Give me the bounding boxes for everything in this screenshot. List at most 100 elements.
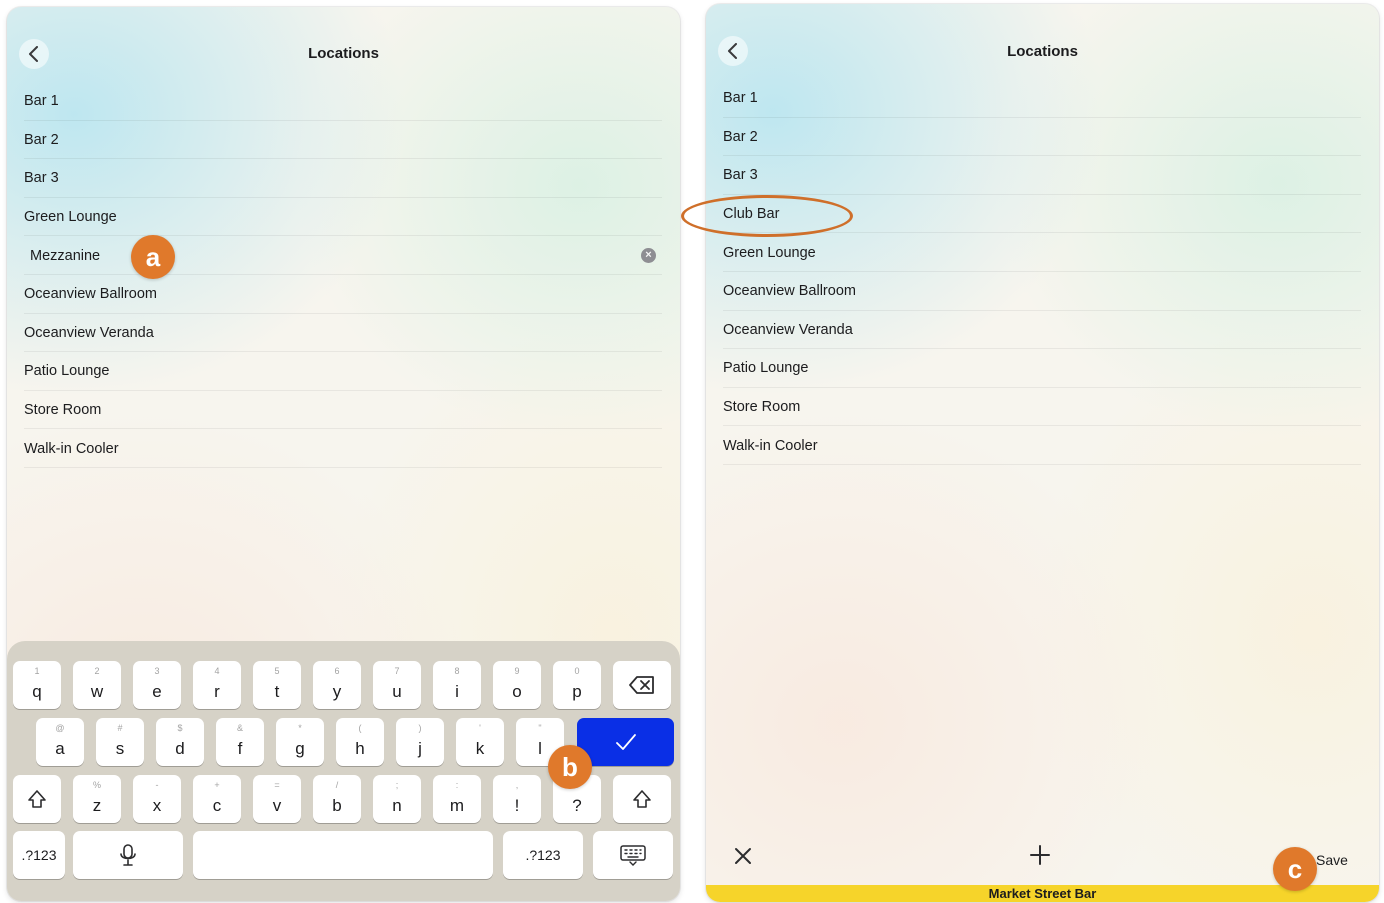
key-hint: =	[274, 780, 280, 790]
key-hint: $	[177, 723, 183, 733]
list-item-label: Oceanview Ballroom	[723, 283, 856, 300]
key-m[interactable]: :m	[433, 775, 481, 823]
key-u[interactable]: 7u	[373, 661, 421, 709]
numbers-key-left[interactable]: .?123	[13, 831, 65, 879]
space-key[interactable]	[193, 831, 493, 879]
page-title: Locations	[308, 45, 379, 62]
list-item-label: Walk-in Cooler	[723, 437, 818, 454]
list-item[interactable]: Patio Lounge	[706, 349, 1379, 388]
list-item-input-value[interactable]: Mezzanine	[30, 248, 100, 264]
list-item[interactable]: Green Lounge	[706, 233, 1379, 272]
list-item[interactable]: Store Room	[7, 391, 680, 430]
list-item[interactable]: Walk-in Cooler	[7, 429, 680, 468]
plus-icon[interactable]	[1029, 844, 1051, 873]
shift-key-right[interactable]	[613, 775, 671, 823]
shift-icon	[633, 790, 651, 808]
callout-badge-a: a	[131, 235, 175, 279]
list-item[interactable]: Bar 1	[706, 79, 1379, 118]
save-button[interactable]: Save	[1316, 852, 1348, 868]
key-hint: 9	[514, 666, 520, 676]
list-item[interactable]: Walk-in Cooler	[706, 426, 1379, 465]
key-label: u	[392, 682, 402, 701]
list-item[interactable]: Patio Lounge	[7, 352, 680, 391]
list-item[interactable]: Bar 2	[706, 118, 1379, 157]
key-j[interactable]: ) j	[396, 718, 444, 766]
clear-text-icon[interactable]: ×	[641, 248, 656, 264]
key-y[interactable]: 6y	[313, 661, 361, 709]
key-label: l	[538, 739, 542, 758]
key-c[interactable]: + c	[193, 775, 241, 823]
done-key[interactable]	[577, 718, 674, 766]
list-item[interactable]: Oceanview Veranda	[7, 314, 680, 353]
key-label: .?123	[525, 847, 561, 863]
close-icon[interactable]	[733, 845, 753, 873]
list-item[interactable]: Bar 1	[7, 82, 680, 121]
key-g[interactable]: * g	[276, 718, 324, 766]
key-r[interactable]: 4r	[193, 661, 241, 709]
key-o[interactable]: 9o	[493, 661, 541, 709]
venue-footer: Market Street Bar	[706, 885, 1379, 902]
key-q[interactable]: 1q	[13, 661, 61, 709]
key-h[interactable]: (h	[336, 718, 384, 766]
microphone-icon	[120, 844, 136, 866]
key-label: ?	[572, 796, 582, 815]
key-b[interactable]: / b	[313, 775, 361, 823]
list-item-label: Bar 2	[723, 128, 758, 145]
list-item-label: Bar 3	[723, 167, 758, 184]
key-hint: 6	[334, 666, 340, 676]
list-item-label: Oceanview Ballroom	[24, 286, 157, 303]
key-label: o	[512, 682, 522, 701]
key-hint: 5	[274, 666, 280, 676]
key-hint: &	[236, 723, 243, 733]
numbers-key-right[interactable]: .?123	[503, 831, 583, 879]
list-item[interactable]: Store Room	[706, 388, 1379, 427]
key-z[interactable]: % z	[73, 775, 121, 823]
shift-key-left[interactable]	[13, 775, 61, 823]
list-item[interactable]: Oceanview Veranda	[706, 311, 1379, 350]
key-label: r	[214, 682, 220, 701]
key-v[interactable]: = v	[253, 775, 301, 823]
list-item[interactable]: Green Lounge	[7, 198, 680, 237]
list-item[interactable]: Oceanview Ballroom	[706, 272, 1379, 311]
key-s[interactable]: # s	[96, 718, 144, 766]
hide-keyboard-key[interactable]	[593, 831, 673, 879]
key-k[interactable]: ' k	[456, 718, 504, 766]
key-e[interactable]: 3e	[133, 661, 181, 709]
key-d[interactable]: $ d	[156, 718, 204, 766]
key-hint: +	[214, 780, 220, 790]
list-item-label: Patio Lounge	[24, 363, 110, 380]
key-n[interactable]: ; n	[373, 775, 421, 823]
list-item[interactable]: Oceanview Ballroom	[7, 275, 680, 314]
key-label: m	[449, 796, 465, 815]
list-item-label: Store Room	[723, 399, 801, 416]
key-label: e	[152, 682, 162, 701]
key-p[interactable]: 0p	[553, 661, 601, 709]
key-label: d	[175, 739, 185, 758]
key-a[interactable]: @ a	[36, 718, 84, 766]
delete-key[interactable]	[613, 661, 671, 709]
key-label: x	[152, 796, 162, 815]
key-label: w	[90, 682, 104, 701]
key-![interactable]: ,!	[493, 775, 541, 823]
key-x[interactable]: -x	[133, 775, 181, 823]
key-label: .?123	[21, 847, 57, 863]
list-item[interactable]: Bar 3	[706, 156, 1379, 195]
list-item[interactable]: Bar 3	[7, 159, 680, 198]
key-hint: 8	[454, 666, 460, 676]
location-name-input[interactable]: Mezzanine ×	[7, 236, 680, 275]
key-w[interactable]: 2w	[73, 661, 121, 709]
key-hint: (	[358, 723, 362, 733]
callout-badge-b: b	[548, 745, 592, 789]
callout-ring	[681, 195, 853, 237]
key-i[interactable]: 8i	[433, 661, 481, 709]
key-t[interactable]: 5t	[253, 661, 301, 709]
keyboard-hide-icon	[620, 845, 646, 866]
list-item-label: Store Room	[24, 402, 102, 419]
key-hint: ;	[395, 780, 399, 790]
key-label: b	[332, 796, 342, 815]
list-item[interactable]: Bar 2	[7, 121, 680, 160]
key-label: i	[455, 682, 459, 701]
dictation-key[interactable]	[73, 831, 183, 879]
list-item-label: Green Lounge	[24, 209, 117, 226]
key-f[interactable]: & f	[216, 718, 264, 766]
